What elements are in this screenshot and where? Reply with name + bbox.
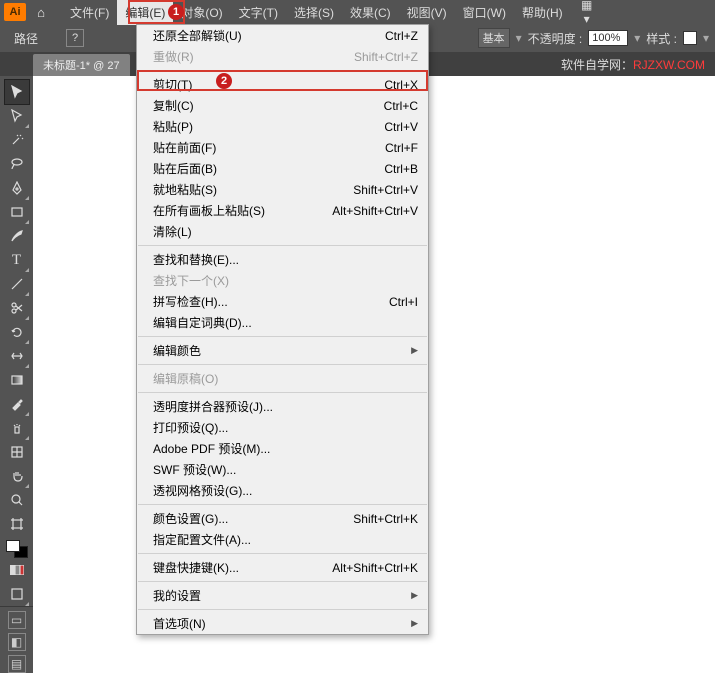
selection-tool[interactable] bbox=[5, 80, 29, 104]
app-logo: Ai bbox=[4, 3, 26, 21]
menu-item[interactable]: 还原全部解锁(U)Ctrl+Z bbox=[137, 25, 428, 46]
paintbrush-tool[interactable] bbox=[5, 224, 29, 248]
menu-item[interactable]: 剪切(T)Ctrl+X bbox=[137, 74, 428, 95]
symbol-sprayer-tool[interactable] bbox=[5, 416, 29, 440]
menu-item[interactable]: 查找和替换(E)... bbox=[137, 249, 428, 270]
menu-item: 重做(R)Shift+Ctrl+Z bbox=[137, 46, 428, 67]
gradient-tool[interactable] bbox=[5, 368, 29, 392]
menu-type[interactable]: 文字(T) bbox=[231, 0, 286, 25]
menu-select[interactable]: 选择(S) bbox=[286, 0, 342, 25]
stroke-profile-select[interactable]: 基本 bbox=[478, 28, 510, 48]
workspace-switcher-icon[interactable]: ▦ ▾ bbox=[577, 0, 597, 26]
panel-icon-2[interactable]: ◧ bbox=[8, 633, 26, 651]
menu-list: 文件(F) 编辑(E) 对象(O) 文字(T) 选择(S) 效果(C) 视图(V… bbox=[62, 0, 571, 25]
fill-stroke-swatch[interactable] bbox=[4, 540, 30, 558]
help-icon[interactable]: ? bbox=[66, 29, 84, 47]
menu-item[interactable]: 粘贴(P)Ctrl+V bbox=[137, 116, 428, 137]
type-tool[interactable]: T bbox=[5, 248, 29, 272]
menubar: Ai ⌂ 文件(F) 编辑(E) 对象(O) 文字(T) 选择(S) 效果(C)… bbox=[0, 0, 715, 24]
home-icon[interactable]: ⌂ bbox=[32, 3, 50, 21]
style-swatch[interactable] bbox=[683, 31, 697, 45]
menu-item[interactable]: 拼写检查(H)...Ctrl+I bbox=[137, 291, 428, 312]
menu-edit[interactable]: 编辑(E) bbox=[117, 0, 173, 25]
menu-help[interactable]: 帮助(H) bbox=[514, 0, 571, 25]
menu-item[interactable]: 就地粘贴(S)Shift+Ctrl+V bbox=[137, 179, 428, 200]
menu-window[interactable]: 窗口(W) bbox=[455, 0, 514, 25]
toolbox: T bbox=[0, 76, 33, 606]
annotation-badge-1: 1 bbox=[168, 4, 184, 20]
menu-item[interactable]: 复制(C)Ctrl+C bbox=[137, 95, 428, 116]
width-tool[interactable] bbox=[5, 344, 29, 368]
menu-effect[interactable]: 效果(C) bbox=[342, 0, 399, 25]
menu-item[interactable]: 打印预设(Q)... bbox=[137, 417, 428, 438]
document-tab[interactable]: 未标题-1* @ 27 bbox=[33, 54, 130, 76]
menu-item: 查找下一个(X) bbox=[137, 270, 428, 291]
panel-icon-1[interactable]: ▭ bbox=[8, 611, 26, 629]
menu-item[interactable]: 颜色设置(G)...Shift+Ctrl+K bbox=[137, 508, 428, 529]
opacity-label: 不透明度 : bbox=[528, 30, 583, 47]
menu-file[interactable]: 文件(F) bbox=[62, 0, 117, 25]
menu-view[interactable]: 视图(V) bbox=[399, 0, 455, 25]
line-segment-tool[interactable] bbox=[5, 272, 29, 296]
color-mode-icon[interactable] bbox=[5, 558, 29, 582]
rectangle-tool[interactable] bbox=[5, 200, 29, 224]
artboard-tool[interactable] bbox=[5, 512, 29, 536]
opacity-input[interactable]: 100% bbox=[588, 30, 628, 46]
panel-icon-3[interactable]: ▤ bbox=[8, 655, 26, 673]
bottom-panel: ▭ ◧ ▤ bbox=[0, 606, 33, 673]
menu-item[interactable]: 贴在后面(B)Ctrl+B bbox=[137, 158, 428, 179]
menu-item[interactable]: 编辑自定词典(D)... bbox=[137, 312, 428, 333]
eyedropper-tool[interactable] bbox=[5, 392, 29, 416]
hand-tool[interactable] bbox=[5, 464, 29, 488]
annotation-badge-2: 2 bbox=[216, 73, 232, 89]
magic-wand-tool[interactable] bbox=[5, 128, 29, 152]
menu-item[interactable]: 贴在前面(F)Ctrl+F bbox=[137, 137, 428, 158]
menu-item[interactable]: Adobe PDF 预设(M)... bbox=[137, 438, 428, 459]
menu-item[interactable]: SWF 预设(W)... bbox=[137, 459, 428, 480]
menu-item[interactable]: 我的设置▶ bbox=[137, 585, 428, 606]
menu-item[interactable]: 指定配置文件(A)... bbox=[137, 529, 428, 550]
menu-item[interactable]: 首选项(N)▶ bbox=[137, 613, 428, 634]
menu-item[interactable]: 透视网格预设(G)... bbox=[137, 480, 428, 501]
style-label: 样式 : bbox=[646, 30, 677, 47]
menu-item[interactable]: 清除(L) bbox=[137, 221, 428, 242]
menu-item[interactable]: 透明度拼合器预设(J)... bbox=[137, 396, 428, 417]
screen-mode-icon[interactable] bbox=[5, 582, 29, 606]
direct-selection-tool[interactable] bbox=[5, 104, 29, 128]
menu-item[interactable]: 在所有画板上粘贴(S)Alt+Shift+Ctrl+V bbox=[137, 200, 428, 221]
selection-type-label: 路径 bbox=[14, 30, 38, 47]
zoom-tool[interactable] bbox=[5, 488, 29, 512]
menu-item: 编辑原稿(O) bbox=[137, 368, 428, 389]
edit-menu-dropdown: 还原全部解锁(U)Ctrl+Z重做(R)Shift+Ctrl+Z 剪切(T)Ctr… bbox=[136, 24, 429, 635]
mesh-tool[interactable] bbox=[5, 440, 29, 464]
menu-item[interactable]: 编辑颜色▶ bbox=[137, 340, 428, 361]
scissors-tool[interactable] bbox=[5, 296, 29, 320]
rotate-tool[interactable] bbox=[5, 320, 29, 344]
lasso-tool[interactable] bbox=[5, 152, 29, 176]
pen-tool[interactable] bbox=[5, 176, 29, 200]
tutorial-link: 软件自学网：RJZXW.COM bbox=[561, 56, 705, 73]
menu-item[interactable]: 键盘快捷键(K)...Alt+Shift+Ctrl+K bbox=[137, 557, 428, 578]
